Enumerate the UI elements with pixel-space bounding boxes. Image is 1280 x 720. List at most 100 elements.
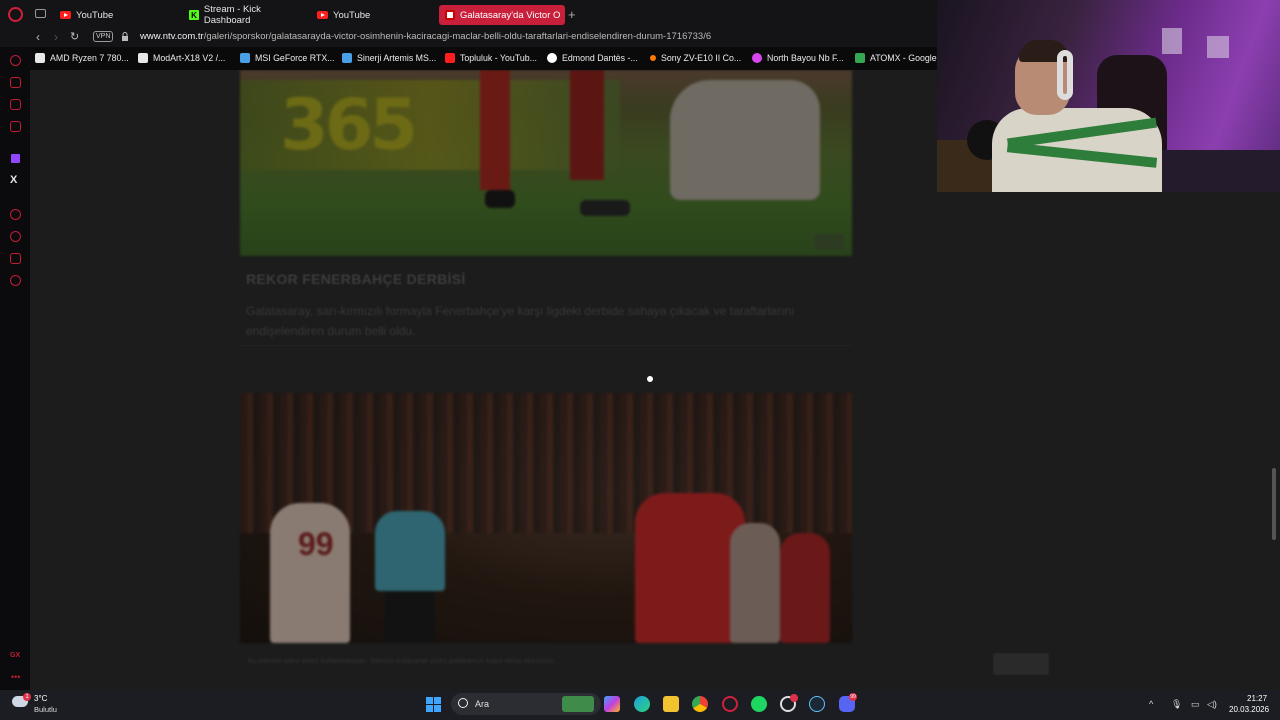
- bookmarks-bar: AMD Ryzen 7 780... ModArt-X18 V2 /... MS…: [30, 48, 944, 70]
- divider: [240, 345, 852, 346]
- bookmark-favicon-icon: [138, 53, 148, 63]
- bookmark-item[interactable]: Sony ZV-E10 II Co...: [650, 53, 741, 63]
- tab-ntv-galatasaray[interactable]: Galatasaray'da Victor Osir: [439, 5, 565, 25]
- player-circle-icon[interactable]: [10, 209, 21, 220]
- referee-legs: [385, 591, 435, 643]
- bookmark-label: ATOMX - Google...: [870, 53, 944, 63]
- copilot-icon[interactable]: [604, 696, 620, 712]
- bookmark-favicon-icon: [650, 55, 656, 61]
- bookmark-favicon-icon: [342, 53, 352, 63]
- bookmark-label: Topluluk - YouTub...: [460, 53, 537, 63]
- x-twitter-icon[interactable]: X: [10, 174, 17, 186]
- referee: [375, 511, 445, 591]
- windows-start-icon[interactable]: [426, 697, 441, 712]
- search-icon: [458, 698, 468, 708]
- lock-icon: [122, 32, 128, 41]
- cookie-notice-text: Bu internet sitesi çerez kullanmaktadır.…: [248, 658, 556, 665]
- network-icon[interactable]: ▭: [1191, 699, 1200, 710]
- microphone-icon[interactable]: 🎙: [1171, 699, 1182, 710]
- shirt-number: 99: [298, 526, 334, 562]
- volume-icon[interactable]: ◁): [1207, 699, 1217, 710]
- tab-label: Stream - Kick Dashboard: [203, 4, 261, 26]
- player-icon[interactable]: [10, 121, 21, 132]
- weather-temperature[interactable]: 3°C: [34, 694, 47, 703]
- bookmark-item[interactable]: MSI GeForce RTX...: [240, 53, 335, 63]
- url-path: /galeri/sporskor/galatasarayda-victor-os…: [203, 31, 712, 42]
- reload-icon[interactable]: ↻: [70, 30, 79, 43]
- gallery-photo-1: 365: [240, 70, 852, 256]
- ad-board-number: 365: [280, 84, 418, 166]
- clock-date[interactable]: 20.03.2026: [1229, 705, 1269, 714]
- extensions-icon[interactable]: [10, 253, 21, 264]
- twitch-icon[interactable]: [11, 154, 20, 163]
- chevron-up-icon[interactable]: ^: [1149, 699, 1153, 709]
- bookmark-favicon-icon: [752, 53, 762, 63]
- vpn-badge[interactable]: VPN: [93, 31, 114, 42]
- discord-badge: 99: [849, 693, 857, 701]
- player-boot: [580, 200, 630, 216]
- tab-youtube-1[interactable]: YouTube: [54, 5, 176, 25]
- tab-islands-icon[interactable]: [35, 9, 46, 18]
- desk: [1162, 150, 1280, 192]
- spotify-icon[interactable]: [751, 696, 767, 712]
- tab-kick-dashboard[interactable]: K Stream - Kick Dashboard: [183, 4, 309, 26]
- url-domain: www.ntv.com.tr: [140, 31, 204, 42]
- photo-expand-button[interactable]: [814, 234, 844, 250]
- new-tab-button[interactable]: +: [568, 7, 576, 22]
- bookmark-item[interactable]: Sinerji Artemis MS...: [342, 53, 436, 63]
- bookmark-label: AMD Ryzen 7 780...: [50, 53, 129, 63]
- weather-badge: 1: [23, 693, 31, 701]
- file-explorer-icon[interactable]: [663, 696, 679, 712]
- gallery-description: Galatasaray, sarı-kırmızılı formayla Fen…: [246, 304, 795, 338]
- bookmark-favicon-icon: [855, 53, 865, 63]
- bookmark-label: Sony ZV-E10 II Co...: [661, 53, 742, 63]
- player-boot: [485, 190, 515, 208]
- bookmark-item[interactable]: AMD Ryzen 7 780...: [35, 53, 129, 63]
- bookmark-label: ModArt-X18 V2 /...: [153, 53, 226, 63]
- opera-logo-icon[interactable]: [8, 7, 23, 22]
- bookmark-favicon-icon: [240, 53, 250, 63]
- player-white-kit: [730, 523, 780, 643]
- history-icon[interactable]: [10, 231, 21, 242]
- tab-label: YouTube: [76, 9, 114, 21]
- opera-gx-icon[interactable]: [722, 696, 738, 712]
- bookmark-item[interactable]: ATOMX - Google...: [855, 53, 944, 63]
- tab-youtube-2[interactable]: YouTube: [311, 5, 433, 25]
- opera-sidebar: X: [0, 48, 30, 690]
- webcam-overlay: [937, 0, 1280, 192]
- url-field[interactable]: www.ntv.com.tr/galeri/sporskor/galatasar…: [140, 31, 711, 42]
- more-dots-icon[interactable]: •••: [11, 672, 20, 682]
- back-arrow-icon[interactable]: ‹: [36, 30, 40, 44]
- ntv-icon: [445, 10, 455, 20]
- aria-icon[interactable]: [10, 77, 21, 88]
- bookmark-label: Sinerji Artemis MS...: [357, 53, 437, 63]
- weather-description[interactable]: Bulutlu: [34, 705, 57, 714]
- bookmark-item[interactable]: Edmond Dantès -...: [547, 53, 638, 63]
- search-placeholder: Ara: [475, 699, 490, 709]
- player-red-kit: [780, 533, 830, 643]
- wall-poster: [1162, 28, 1182, 54]
- edge-icon[interactable]: [634, 696, 650, 712]
- headphones: [1057, 50, 1073, 100]
- clock-time[interactable]: 21:27: [1247, 694, 1267, 703]
- page-scrollbar[interactable]: [1272, 468, 1276, 540]
- messenger-icon[interactable]: [10, 99, 21, 110]
- tab-label: Galatasaray'da Victor Osir: [460, 9, 560, 21]
- bookmark-item[interactable]: North Bayou Nb F...: [752, 53, 844, 63]
- kick-icon: K: [189, 10, 199, 20]
- ai-icon[interactable]: [10, 55, 21, 66]
- wall-poster: [1207, 36, 1229, 58]
- bookmark-item[interactable]: Topluluk - YouTub...: [445, 53, 537, 63]
- player-white-kit: [670, 80, 820, 200]
- search-highlight-icon[interactable]: [562, 696, 594, 712]
- chrome-icon[interactable]: [692, 696, 708, 712]
- steam-icon[interactable]: [809, 696, 825, 712]
- bookmark-favicon-icon: [35, 53, 45, 63]
- player-white-kit: [270, 503, 350, 643]
- gx-corner-icon[interactable]: GX: [10, 652, 20, 659]
- settings-icon[interactable]: [10, 275, 21, 286]
- forward-arrow-icon[interactable]: ›: [54, 30, 58, 44]
- mouse-cursor: [647, 376, 653, 382]
- cookie-accept-button[interactable]: [993, 653, 1049, 675]
- bookmark-item[interactable]: ModArt-X18 V2 /...: [138, 53, 225, 63]
